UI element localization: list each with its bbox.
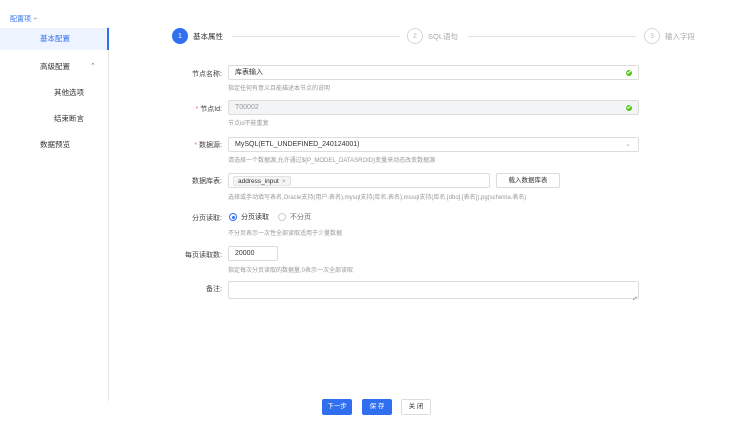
- page-size-label: 每页读取数:: [185, 252, 222, 259]
- radio-selected-icon: [229, 213, 237, 221]
- required-asterisk: *: [194, 142, 198, 149]
- step-2-label: SQL语句: [428, 32, 459, 41]
- tables-input[interactable]: address_input ×: [228, 173, 490, 188]
- node-id-label: * 节点Id:: [195, 106, 222, 113]
- table-tag: address_input ×: [233, 176, 291, 186]
- tables-label: 数据库表:: [192, 178, 222, 185]
- step-connector: [232, 36, 400, 37]
- close-button[interactable]: 关 闭: [401, 399, 431, 415]
- node-name-input[interactable]: 库表输入: [228, 65, 639, 80]
- sidebar: 基本配置 高级配置 ⌃ 其他选项 结束断言 数据预览: [0, 26, 109, 401]
- chevron-down-icon: ⌄: [625, 141, 631, 148]
- datasource-select[interactable]: MySQL(ETL_UNDEFINED_240124001) ⌄: [228, 137, 639, 152]
- node-id-hint: 节点id不能重复: [228, 121, 269, 127]
- collapse-icon[interactable]: ⇤: [34, 16, 38, 22]
- sidebar-item-other-options[interactable]: 其他选项: [0, 82, 108, 104]
- steps-bar: 1 基本属性 2 SQL语句 3 输入字段: [0, 28, 748, 46]
- save-button[interactable]: 保 存: [362, 399, 392, 415]
- step-2-circle: 2: [407, 28, 423, 44]
- datasource-hint: 请选择一个数据源,允许通过${P_MODEL_DATASROID}变量来动态改变…: [228, 158, 436, 164]
- config-header: 配置项 ⇤: [10, 14, 38, 24]
- next-step-button[interactable]: 下一步: [322, 399, 352, 415]
- paging-radio-on[interactable]: 分页读取: [229, 212, 269, 222]
- step-connector: [468, 36, 636, 37]
- paging-label: 分页读取:: [192, 215, 222, 222]
- chevron-up-icon: ⌃: [90, 63, 96, 70]
- load-tables-button[interactable]: 载入数据库表: [496, 173, 560, 188]
- required-asterisk: *: [195, 106, 199, 113]
- sidebar-item-end-assertion[interactable]: 结束断言: [0, 108, 108, 130]
- sidebar-item-label: 结束断言: [54, 114, 84, 123]
- datasource-label: * 数据源:: [194, 142, 222, 149]
- tables-hint: 选择或手动填写表名,Oracle支持(用户.表名),mysql支持(库名.表名)…: [228, 195, 527, 201]
- resize-handle-icon[interactable]: [632, 292, 637, 297]
- node-name-label: 节点名称:: [192, 71, 222, 78]
- remark-label: 备注:: [206, 286, 222, 293]
- page-size-hint: 指定每次分页读取的数据量,0表示一次全部读取: [228, 268, 354, 274]
- step-3-label: 输入字段: [665, 32, 695, 41]
- sidebar-item-data-preview[interactable]: 数据预览: [0, 134, 108, 156]
- sidebar-item-advanced-config[interactable]: 高级配置 ⌃: [0, 56, 108, 78]
- close-icon[interactable]: ×: [282, 178, 286, 185]
- sidebar-item-label: 其他选项: [54, 88, 84, 97]
- sidebar-item-label: 高级配置: [40, 62, 70, 71]
- config-header-label: 配置项: [10, 16, 31, 23]
- step-3-circle: 3: [644, 28, 660, 44]
- sidebar-item-label: 数据预览: [40, 140, 70, 149]
- paging-hint: 不分页表示一次性全部读取适用于少量数据: [228, 231, 343, 237]
- check-circle-icon: [626, 104, 632, 111]
- paging-radio-off[interactable]: 不分页: [278, 212, 311, 222]
- step-1-circle: 1: [172, 28, 188, 44]
- node-name-hint: 指定任何有意义且能描述本节点的说明: [228, 86, 331, 92]
- step-1-label: 基本属性: [193, 32, 223, 41]
- check-circle-icon: [626, 69, 632, 76]
- radio-unselected-icon: [278, 213, 286, 221]
- page-size-input[interactable]: 20000: [228, 246, 278, 261]
- remark-textarea[interactable]: [228, 281, 639, 299]
- node-id-input: T00002: [228, 100, 639, 115]
